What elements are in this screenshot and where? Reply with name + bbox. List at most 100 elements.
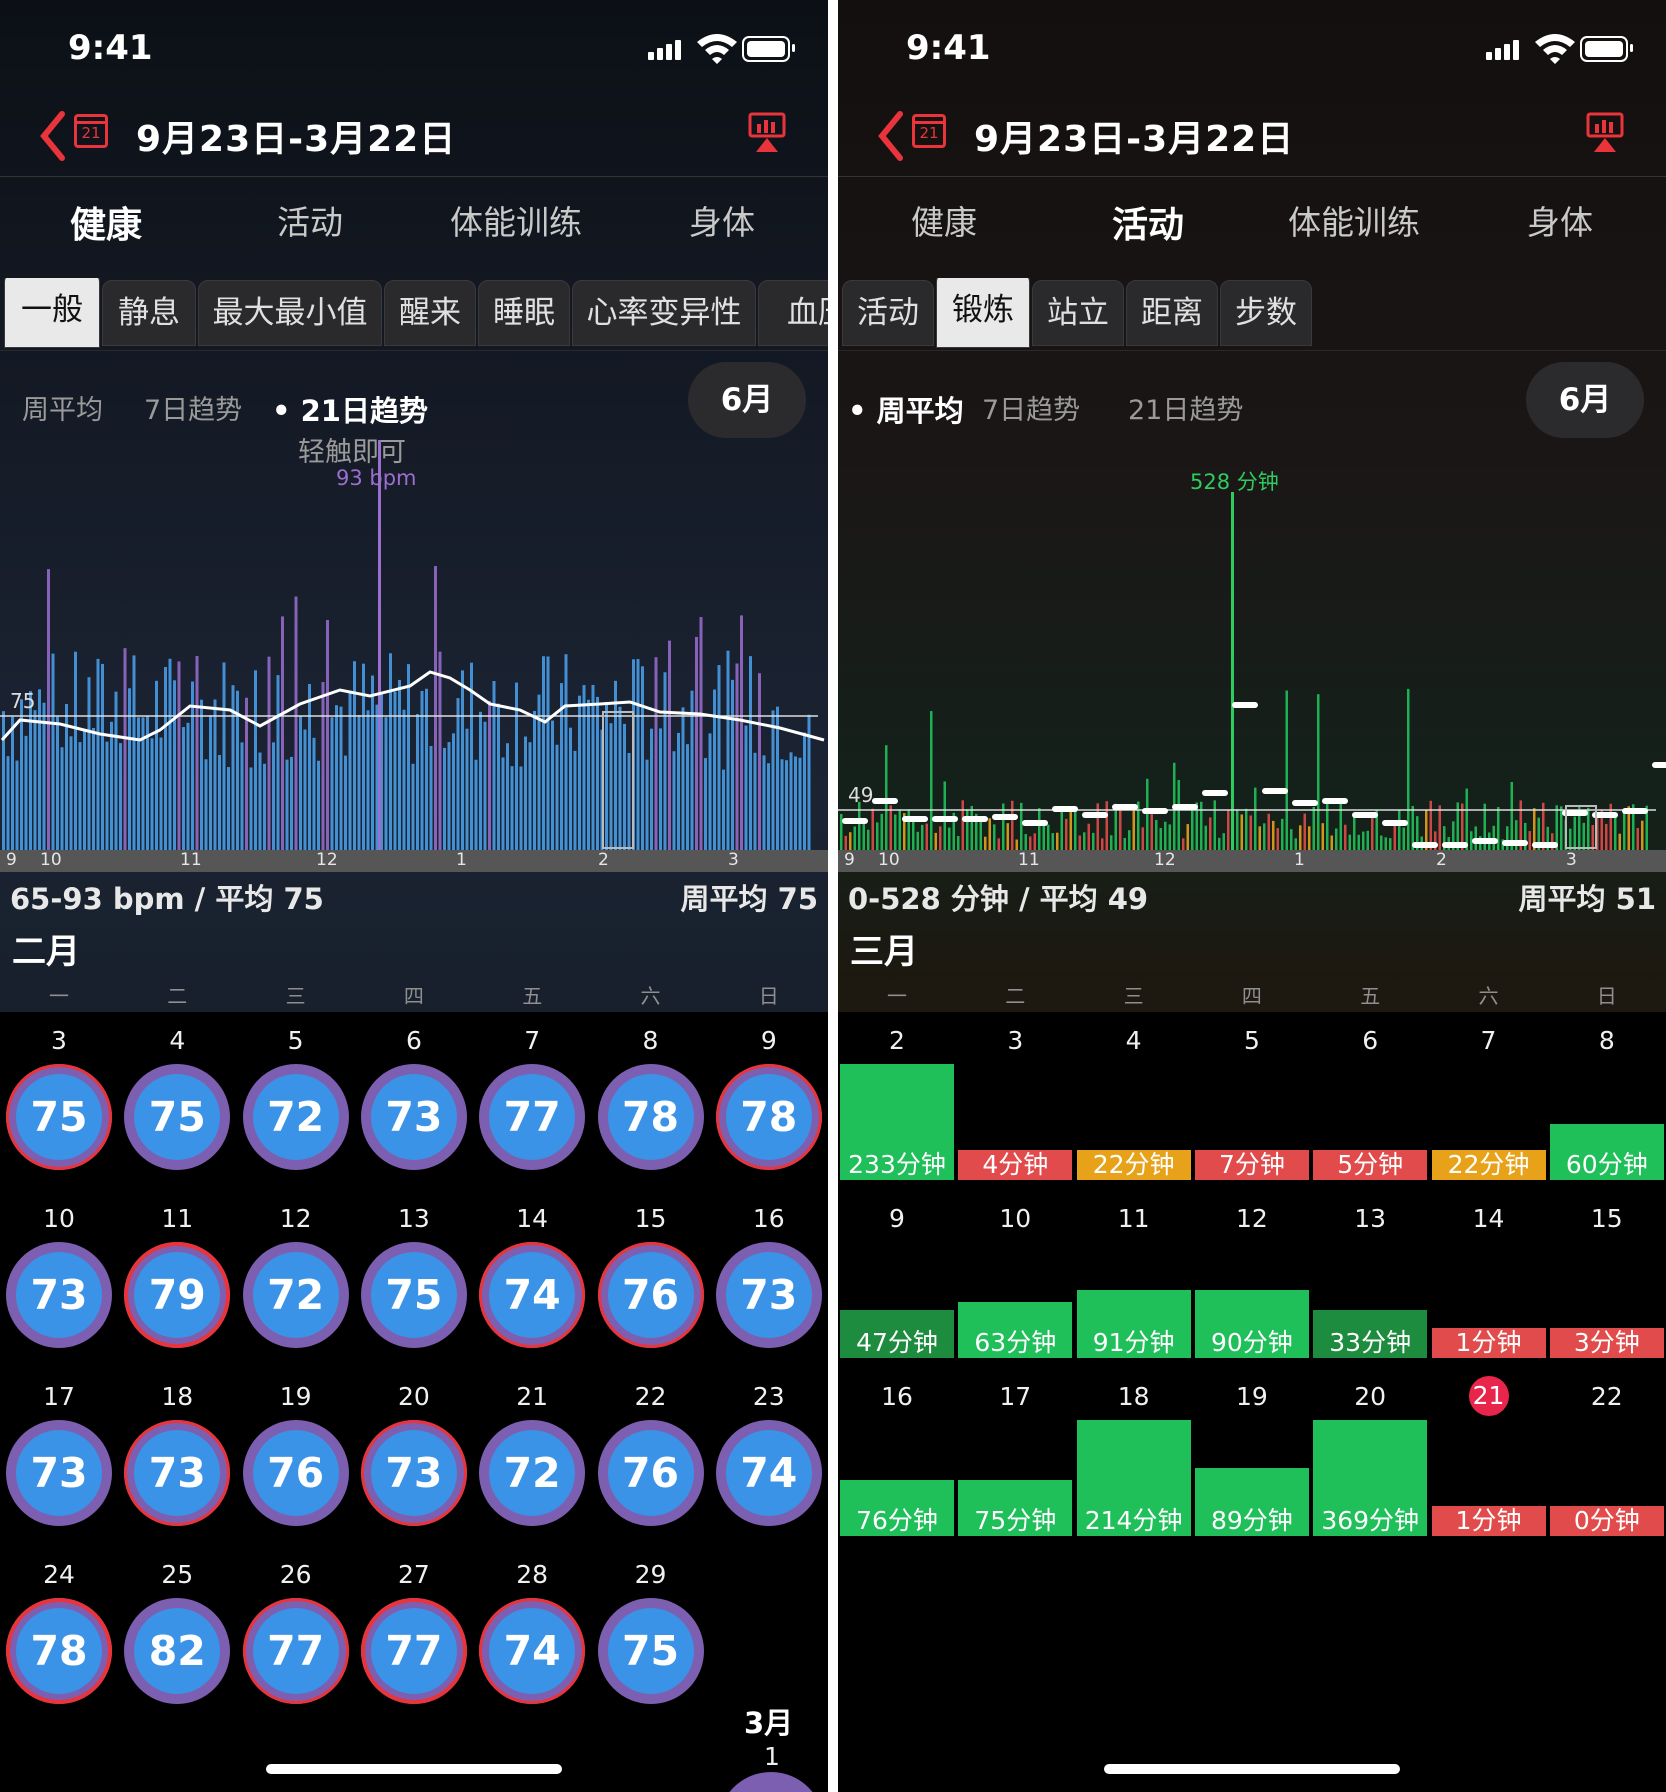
day-heart-rate-circle[interactable]: 76	[597, 1242, 704, 1348]
day-number[interactable]: 17	[0, 1382, 118, 1411]
day-number[interactable]: 14	[1430, 1204, 1548, 1233]
day-number[interactable]: 25	[118, 1560, 236, 1589]
day-exercise-bar[interactable]: 75分钟	[958, 1480, 1073, 1536]
day-number[interactable]: 4	[118, 1026, 236, 1055]
subtab-1[interactable]: 静息	[102, 280, 196, 346]
day-number[interactable]: 16	[710, 1204, 828, 1233]
day-number[interactable]: 26	[237, 1560, 355, 1589]
day-number[interactable]: 24	[0, 1560, 118, 1589]
period-0[interactable]: 周平均	[22, 388, 103, 427]
day-heart-rate-circle[interactable]: 76	[597, 1420, 704, 1526]
day-exercise-bar[interactable]: 214分钟	[1076, 1420, 1191, 1536]
day-number[interactable]: 9	[838, 1204, 956, 1233]
day-exercise-bar[interactable]: 33分钟	[1313, 1310, 1428, 1358]
period-1[interactable]: 7日趋势	[982, 388, 1080, 427]
day-exercise-bar[interactable]: 47分钟	[840, 1310, 954, 1358]
month-button[interactable]: 6月	[1526, 362, 1644, 438]
day-number-today[interactable]: 21	[1468, 1376, 1509, 1416]
tab-2[interactable]: 体能训练	[1254, 196, 1454, 244]
day-heart-rate-circle[interactable]: 77	[479, 1064, 586, 1170]
day-exercise-bar[interactable]: 369分钟	[1313, 1420, 1428, 1536]
day-heart-rate-circle[interactable]: 76	[242, 1420, 349, 1526]
calendar-icon[interactable]: 21	[74, 114, 108, 148]
subtab-2[interactable]: 最大最小值	[198, 280, 382, 346]
day-exercise-bar[interactable]: 76分钟	[840, 1480, 954, 1536]
day-exercise-bar[interactable]: 7分钟	[1194, 1150, 1309, 1180]
period-2[interactable]: 21日趋势	[1128, 388, 1243, 427]
date-range-title[interactable]: 9月23日-3月22日	[974, 110, 1294, 162]
chevron-left-icon[interactable]	[36, 106, 72, 166]
subtab-6[interactable]: 血压	[758, 280, 828, 346]
day-number[interactable]: 7	[1430, 1026, 1548, 1055]
day-number[interactable]: 8	[592, 1026, 710, 1055]
day-exercise-bar[interactable]: 22分钟	[1076, 1150, 1191, 1180]
day-heart-rate-circle[interactable]: 78	[6, 1598, 112, 1704]
day-heart-rate-circle[interactable]: 72	[242, 1242, 349, 1348]
day-number[interactable]: 15	[1548, 1204, 1666, 1233]
subtab-4[interactable]: 步数	[1220, 280, 1312, 346]
subtab-2[interactable]: 站立	[1032, 280, 1124, 346]
tab-1[interactable]: 活动	[1048, 196, 1248, 248]
day-number[interactable]: 5	[1193, 1026, 1311, 1055]
subtab-0[interactable]: 活动	[842, 280, 934, 346]
day-number[interactable]: 14	[473, 1204, 591, 1233]
date-range-title[interactable]: 9月23日-3月22日	[136, 110, 456, 162]
day-exercise-bar[interactable]: 60分钟	[1549, 1124, 1664, 1180]
day-heart-rate-circle[interactable]: 77	[360, 1598, 467, 1704]
day-heart-rate-circle[interactable]: 78	[597, 1064, 704, 1170]
day-number[interactable]: 23	[710, 1382, 828, 1411]
day-number[interactable]: 9	[710, 1026, 828, 1055]
day-number[interactable]: 13	[355, 1204, 473, 1233]
next-month-day[interactable]: 1	[764, 1742, 780, 1771]
day-number[interactable]: 12	[237, 1204, 355, 1233]
day-number[interactable]: 3	[956, 1026, 1074, 1055]
day-number[interactable]: 3	[0, 1026, 118, 1055]
day-exercise-bar[interactable]: 90分钟	[1194, 1290, 1309, 1358]
day-heart-rate-circle[interactable]: 73	[715, 1242, 822, 1348]
day-number[interactable]: 22	[592, 1382, 710, 1411]
day-heart-rate-circle[interactable]: 82	[124, 1598, 231, 1704]
month-button[interactable]: 6月	[688, 362, 806, 438]
tab-3[interactable]: 身体	[622, 196, 822, 244]
day-number[interactable]: 10	[0, 1204, 118, 1233]
day-number[interactable]: 13	[1311, 1204, 1429, 1233]
day-exercise-bar[interactable]: 0分钟	[1549, 1506, 1664, 1536]
subtab-4[interactable]: 睡眠	[478, 280, 570, 346]
day-heart-rate-circle[interactable]: 79	[124, 1242, 231, 1348]
day-heart-rate-circle[interactable]: 78	[715, 1064, 822, 1170]
day-exercise-bar[interactable]: 91分钟	[1076, 1290, 1191, 1358]
home-indicator[interactable]	[1104, 1764, 1400, 1774]
chart-share-icon[interactable]	[748, 110, 786, 154]
day-heart-rate-circle[interactable]: 72	[479, 1420, 586, 1526]
day-number[interactable]: 12	[1193, 1204, 1311, 1233]
day-number[interactable]: 6	[355, 1026, 473, 1055]
day-number[interactable]: 4	[1075, 1026, 1193, 1055]
day-heart-rate-circle[interactable]: 73	[6, 1420, 112, 1526]
subtab-5[interactable]: 心率变异性	[572, 280, 756, 346]
subtab-3[interactable]: 距离	[1126, 280, 1218, 346]
day-exercise-bar[interactable]: 5分钟	[1313, 1150, 1428, 1180]
day-exercise-bar[interactable]: 233分钟	[840, 1064, 954, 1180]
day-number[interactable]: 18	[118, 1382, 236, 1411]
day-exercise-bar[interactable]: 1分钟	[1431, 1328, 1546, 1358]
period-0[interactable]: • 周平均	[848, 388, 964, 430]
tab-0[interactable]: 健康	[6, 196, 206, 248]
day-number[interactable]: 19	[237, 1382, 355, 1411]
day-number[interactable]: 28	[473, 1560, 591, 1589]
day-heart-rate-circle[interactable]: 75	[6, 1064, 112, 1170]
day-heart-rate-circle[interactable]: 74	[715, 1420, 822, 1526]
heart-rate-chart[interactable]: 75	[0, 440, 828, 850]
day-number[interactable]: 15	[592, 1204, 710, 1233]
day-heart-rate-circle[interactable]: 74	[479, 1242, 586, 1348]
day-heart-rate-circle[interactable]: 73	[360, 1420, 467, 1526]
day-heart-rate-circle[interactable]: 72	[242, 1064, 349, 1170]
subtab-3[interactable]: 醒来	[384, 280, 476, 346]
day-heart-rate-circle[interactable]: 73	[124, 1420, 231, 1526]
day-heart-rate-circle[interactable]: 73	[6, 1242, 112, 1348]
day-number[interactable]: 10	[956, 1204, 1074, 1233]
day-number[interactable]: 6	[1311, 1026, 1429, 1055]
subtab-1[interactable]: 锻炼	[936, 278, 1030, 348]
day-number[interactable]: 20	[355, 1382, 473, 1411]
subtab-0[interactable]: 一般	[4, 278, 100, 348]
day-number[interactable]: 7	[473, 1026, 591, 1055]
